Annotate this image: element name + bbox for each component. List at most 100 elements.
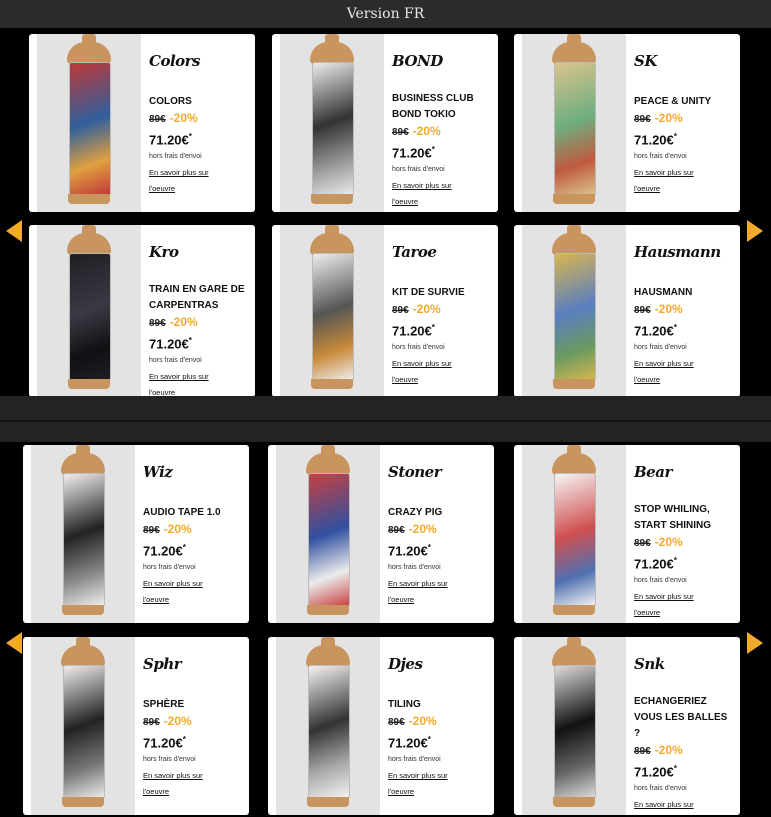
more-info-link[interactable]: En savoir plus sur l'oeuvre xyxy=(143,576,209,608)
shipping-note: hors frais d'envoi xyxy=(634,344,687,352)
product-text: PEACE & UNITY 89€ -20% 71.20€* hors frais d'… xyxy=(634,94,734,197)
can-base xyxy=(307,797,349,807)
product-card[interactable]: Wiz AUDIO TAPE 1.0 89€ -20% 71.20€* hors frai… xyxy=(23,445,249,623)
artist-signature: BOND xyxy=(392,52,443,70)
more-info-link[interactable]: En savoir plus sur l'oeuvre xyxy=(634,797,700,815)
product-card[interactable]: Sphr SPHÈRE 89€ -20% 71.20€* hors frais d'env… xyxy=(23,637,249,815)
product-image[interactable] xyxy=(31,445,135,623)
product-card[interactable]: Hausmann HAUSMANN 89€ -20% 71.20€* hors frais… xyxy=(514,225,740,397)
more-info-link[interactable]: En savoir plus sur l'oeuvre xyxy=(143,768,209,800)
more-info-link[interactable]: En savoir plus sur l'oeuvre xyxy=(149,369,215,397)
product-image[interactable] xyxy=(522,34,626,212)
price-value: 71.20€ xyxy=(392,145,432,161)
carousel-prev-arrow[interactable] xyxy=(6,220,22,242)
current-price: 71.20€* xyxy=(388,731,488,752)
price-asterisk: * xyxy=(673,132,677,141)
old-price: 89€ xyxy=(634,746,651,757)
product-title[interactable]: TRAIN EN GARE DE CARPENTRAS xyxy=(149,282,249,314)
price-asterisk: * xyxy=(431,323,435,332)
price-row: 89€ -20% xyxy=(634,110,734,128)
more-info-link[interactable]: En savoir plus sur l'oeuvre xyxy=(634,589,700,621)
product-image[interactable] xyxy=(31,637,135,815)
more-info-link[interactable]: En savoir plus sur l'oeuvre xyxy=(634,356,700,388)
product-card[interactable]: Taroe KIT DE SURVIE 89€ -20% 71.20€* hors fra… xyxy=(272,225,498,397)
product-image[interactable] xyxy=(276,445,380,623)
carousel-prev-arrow[interactable] xyxy=(6,632,22,654)
discount-badge: -20% xyxy=(408,714,437,728)
product-card[interactable]: Kro TRAIN EN GARE DE CARPENTRAS 89€ -20% 71.… xyxy=(29,225,255,397)
discount-badge: -20% xyxy=(163,522,192,536)
artist-signature: SK xyxy=(634,52,657,70)
product-card[interactable]: SK PEACE & UNITY 89€ -20% 71.20€* hors frais … xyxy=(514,34,740,212)
can-artwork xyxy=(69,253,111,381)
price-row: 89€ -20% xyxy=(392,301,492,319)
more-info-link[interactable]: En savoir plus sur l'oeuvre xyxy=(388,768,454,800)
product-image[interactable] xyxy=(522,637,626,815)
more-info-link[interactable]: En savoir plus sur l'oeuvre xyxy=(392,356,458,388)
price-asterisk: * xyxy=(182,543,186,552)
product-image[interactable] xyxy=(280,34,384,212)
price-value: 71.20€ xyxy=(634,764,674,780)
price-value: 71.20€ xyxy=(149,132,189,148)
product-image[interactable] xyxy=(37,34,141,212)
product-text: ECHANGERIEZ VOUS LES BALLES ? 89€ -20% 71.2… xyxy=(634,694,734,815)
can-base xyxy=(553,605,595,615)
product-card[interactable]: Colors COLORS 89€ -20% 71.20€* hors frais d'e… xyxy=(29,34,255,212)
product-title[interactable]: KIT DE SURVIE xyxy=(392,285,492,301)
product-info: Stoner CRAZY PIG 89€ -20% 71.20€* hors frais … xyxy=(388,445,488,623)
can-cap xyxy=(552,453,596,475)
discount-badge: -20% xyxy=(654,743,683,757)
product-title[interactable]: TILING xyxy=(388,697,488,713)
artist-signature: Stoner xyxy=(388,463,442,481)
spray-can-image xyxy=(61,445,105,615)
shipping-note: hors frais d'envoi xyxy=(388,756,441,764)
product-image[interactable] xyxy=(276,637,380,815)
price-value: 71.20€ xyxy=(143,543,183,559)
carousel-next-arrow[interactable] xyxy=(747,220,763,242)
product-image[interactable] xyxy=(522,445,626,623)
product-image[interactable] xyxy=(280,225,384,397)
can-cap xyxy=(310,233,354,255)
price-asterisk: * xyxy=(188,336,192,345)
can-cap xyxy=(61,645,105,667)
current-price: 71.20€* xyxy=(634,128,734,149)
can-artwork xyxy=(312,62,354,196)
product-card[interactable]: Djes TILING 89€ -20% 71.20€* hors frais d'env… xyxy=(268,637,494,815)
product-title[interactable]: SPHÈRE xyxy=(143,697,243,713)
can-artwork xyxy=(554,253,596,381)
product-title[interactable]: ECHANGERIEZ VOUS LES BALLES ? xyxy=(634,694,734,742)
discount-badge: -20% xyxy=(169,315,198,329)
carousel-next-arrow[interactable] xyxy=(747,632,763,654)
product-title[interactable]: COLORS xyxy=(149,94,249,110)
product-title[interactable]: PEACE & UNITY xyxy=(634,94,734,110)
more-info-link[interactable]: En savoir plus sur l'oeuvre xyxy=(392,178,458,210)
can-base xyxy=(62,605,104,615)
can-artwork xyxy=(308,665,350,799)
price-row: 89€ -20% xyxy=(143,713,243,731)
product-card[interactable]: Snk ECHANGERIEZ VOUS LES BALLES ? 89€ -20% 7… xyxy=(514,637,740,815)
more-info-link[interactable]: En savoir plus sur l'oeuvre xyxy=(388,576,454,608)
product-title[interactable]: CRAZY PIG xyxy=(388,505,488,521)
product-title[interactable]: BUSINESS CLUB BOND TOKIO xyxy=(392,91,492,123)
product-card[interactable]: BOND BUSINESS CLUB BOND TOKIO 89€ -20% 71.20… xyxy=(272,34,498,212)
product-image[interactable] xyxy=(37,225,141,397)
can-base xyxy=(311,379,353,389)
product-title[interactable]: AUDIO TAPE 1.0 xyxy=(143,505,243,521)
more-info-link[interactable]: En savoir plus sur l'oeuvre xyxy=(149,165,215,197)
product-image[interactable] xyxy=(522,225,626,397)
old-price: 89€ xyxy=(634,538,651,549)
divider xyxy=(0,420,771,422)
product-card[interactable]: Bear STOP WHILING, START SHINING 89€ -20% 71… xyxy=(514,445,740,623)
product-info: SK PEACE & UNITY 89€ -20% 71.20€* hors frais … xyxy=(634,34,734,212)
product-title[interactable]: STOP WHILING, START SHINING xyxy=(634,502,734,534)
price-value: 71.20€ xyxy=(634,323,674,339)
can-artwork xyxy=(554,473,596,607)
product-title[interactable]: HAUSMANN xyxy=(634,285,734,301)
price-value: 71.20€ xyxy=(388,543,428,559)
can-cap xyxy=(552,42,596,64)
product-card[interactable]: Stoner CRAZY PIG 89€ -20% 71.20€* hors frais … xyxy=(268,445,494,623)
spray-can-image xyxy=(552,225,596,389)
product-text: HAUSMANN 89€ -20% 71.20€* hors frais d'envoi… xyxy=(634,285,734,388)
more-info-link[interactable]: En savoir plus sur l'oeuvre xyxy=(634,165,700,197)
can-cap xyxy=(310,42,354,64)
